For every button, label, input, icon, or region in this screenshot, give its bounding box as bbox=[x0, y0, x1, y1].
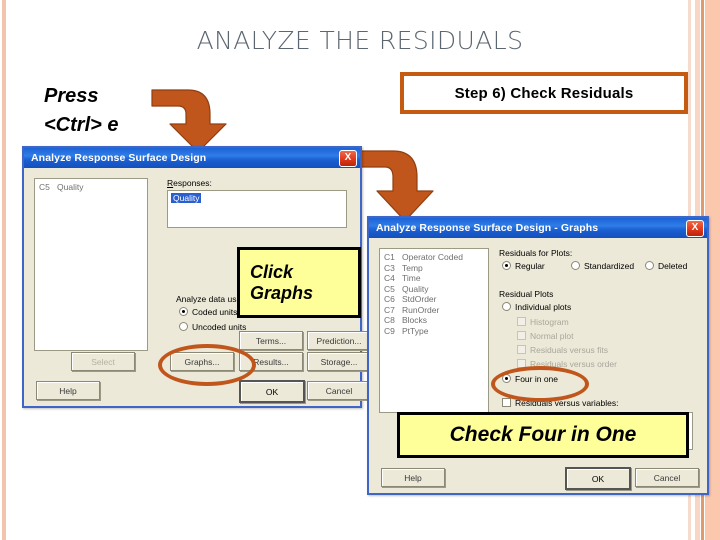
radio-individual-plots-label: Individual plots bbox=[515, 302, 572, 312]
checkbox-histogram-label: Histogram bbox=[530, 317, 569, 327]
variable-name: PtType bbox=[402, 325, 429, 336]
curved-arrow-down-1 bbox=[151, 89, 227, 153]
radio-coded-units-label: Coded units bbox=[192, 307, 238, 317]
help-button[interactable]: Help bbox=[36, 381, 100, 400]
variable-column: C1 bbox=[384, 252, 395, 262]
checkbox-normal-plot bbox=[517, 331, 526, 340]
checkbox-residuals-versus-variables[interactable] bbox=[502, 398, 511, 407]
checkbox-residuals-versus-fits-label: Residuals versus fits bbox=[530, 345, 608, 355]
radio-individual-plots[interactable] bbox=[502, 302, 511, 311]
slide-title: ANALYZE THE RESIDUALS bbox=[196, 26, 524, 55]
radio-standardized-label: Standardized bbox=[584, 261, 635, 271]
residuals-for-plots-label: Residuals for Plots: bbox=[499, 248, 573, 258]
check-four-in-one-callout: Check Four in One bbox=[397, 412, 689, 458]
step-callout-box: Step 6) Check Residuals bbox=[400, 72, 688, 114]
dialog2-title: Analyze Response Surface Design - Graphs bbox=[376, 222, 599, 234]
checkbox-residuals-versus-fits bbox=[517, 345, 526, 354]
list-item[interactable]: C1 Operator Coded bbox=[380, 252, 488, 263]
curved-arrow-down-2 bbox=[358, 150, 434, 222]
variable-column: C4 bbox=[384, 273, 395, 283]
checkbox-histogram bbox=[517, 317, 526, 326]
variable-column: C9 bbox=[384, 325, 395, 336]
ok-button[interactable]: OK bbox=[239, 380, 305, 403]
list-item[interactable]: C8 Blocks bbox=[380, 315, 488, 326]
radio-standardized[interactable] bbox=[571, 261, 580, 270]
list-item[interactable]: C5 Quality bbox=[380, 284, 488, 295]
dialog1-variable-list[interactable]: C5 Quality bbox=[34, 178, 148, 351]
graphs-button-highlight bbox=[158, 344, 256, 386]
dialog1-title: Analyze Response Surface Design bbox=[31, 152, 207, 164]
click-graphs-callout: Click Graphs bbox=[237, 247, 361, 318]
list-item[interactable]: C9 PtType bbox=[380, 326, 488, 337]
variable-column: C5 bbox=[39, 182, 50, 192]
radio-regular-label: Regular bbox=[515, 261, 545, 271]
storage-button[interactable]: Storage... bbox=[307, 352, 371, 371]
list-item[interactable]: C6 StdOrder bbox=[380, 294, 488, 305]
cancel-button[interactable]: Cancel bbox=[635, 468, 699, 487]
list-item[interactable]: C3 Temp bbox=[380, 263, 488, 274]
list-item[interactable]: C4 Time bbox=[380, 273, 488, 284]
help-button[interactable]: Help bbox=[381, 468, 445, 487]
close-icon[interactable]: X bbox=[686, 219, 704, 237]
responses-label: Responses: bbox=[167, 178, 212, 188]
variable-name: RunOrder bbox=[402, 304, 440, 315]
variable-name: Blocks bbox=[402, 315, 428, 325]
variable-name: StdOrder bbox=[402, 294, 437, 304]
terms-button[interactable]: Terms... bbox=[239, 331, 303, 350]
list-item[interactable]: C7 RunOrder bbox=[380, 305, 488, 316]
select-button: Select bbox=[71, 352, 135, 371]
cancel-button[interactable]: Cancel bbox=[307, 381, 371, 400]
radio-deleted[interactable] bbox=[645, 261, 654, 270]
variable-column: C7 bbox=[384, 304, 395, 315]
variable-name: Operator Coded bbox=[402, 252, 463, 262]
left-border-stripe bbox=[2, 0, 6, 540]
variable-name: Temp bbox=[402, 262, 423, 273]
responses-selected-value[interactable]: Quality bbox=[171, 193, 202, 203]
checkbox-normal-plot-label: Normal plot bbox=[530, 331, 574, 341]
variable-column: C5 bbox=[384, 283, 395, 294]
ok-button[interactable]: OK bbox=[565, 467, 631, 490]
variable-column: C8 bbox=[384, 315, 395, 325]
dialog2-variable-list[interactable]: C1 Operator Coded C3 Temp C4 Time C5 Quality… bbox=[379, 248, 489, 413]
prediction-button[interactable]: Prediction... bbox=[307, 331, 371, 350]
dialog2-titlebar[interactable]: Analyze Response Surface Design - Graphs… bbox=[369, 218, 707, 238]
residual-plots-label: Residual Plots bbox=[499, 289, 554, 299]
variable-column: C3 bbox=[384, 262, 395, 273]
radio-uncoded-units[interactable] bbox=[179, 322, 188, 331]
close-icon[interactable]: X bbox=[339, 149, 357, 167]
radio-deleted-label: Deleted bbox=[658, 261, 688, 271]
radio-regular[interactable] bbox=[502, 261, 511, 270]
variable-name: Quality bbox=[57, 182, 84, 192]
click-graphs-callout-line2: Graphs bbox=[250, 282, 314, 303]
dialog1-titlebar[interactable]: Analyze Response Surface Design X bbox=[24, 148, 360, 168]
radio-coded-units[interactable] bbox=[179, 307, 188, 316]
list-item[interactable]: C5 Quality bbox=[35, 182, 147, 193]
variable-column: C6 bbox=[384, 294, 395, 304]
click-graphs-callout-line1: Click bbox=[250, 262, 294, 283]
variable-name: Quality bbox=[402, 283, 429, 294]
four-in-one-highlight bbox=[491, 366, 589, 402]
variable-name: Time bbox=[402, 273, 421, 283]
slide-canvas: ANALYZE THE RESIDUALS Press <Ctrl> e Ste… bbox=[0, 0, 720, 540]
